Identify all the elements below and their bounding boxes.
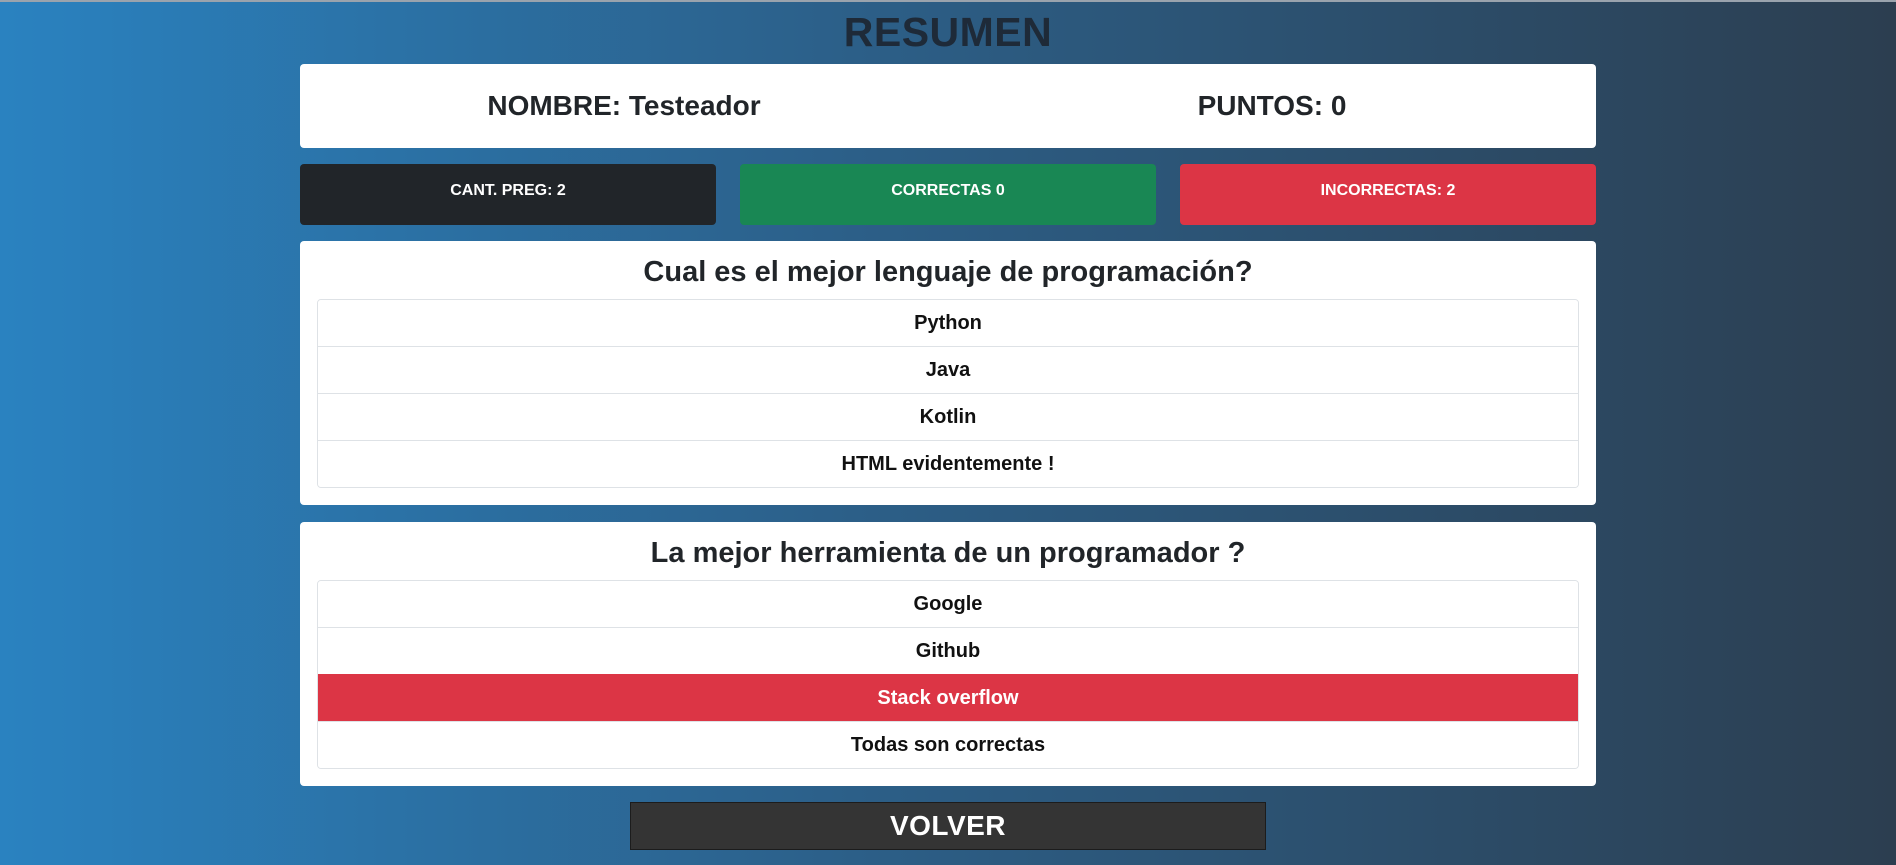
answer-list: Google Github Stack overflow Todas son c… (317, 580, 1579, 769)
total-questions-badge: CANT. PREG: 2 (300, 164, 716, 225)
answer-option: Python (318, 300, 1578, 346)
top-border (0, 0, 1896, 2)
answer-option: Kotlin (318, 393, 1578, 440)
answer-option: Todas son correctas (318, 721, 1578, 768)
question-card-2: La mejor herramienta de un programador ?… (300, 522, 1596, 786)
answer-option: Java (318, 346, 1578, 393)
question-title: La mejor herramienta de un programador ? (650, 537, 1246, 569)
answer-option: Github (318, 627, 1578, 674)
answer-option: Google (318, 581, 1578, 627)
back-button[interactable]: VOLVER (630, 802, 1266, 850)
player-points: PUNTOS: 0 (1197, 90, 1347, 121)
player-summary: NOMBRE: Testeador PUNTOS: 0 (300, 64, 1596, 148)
question-title: Cual es el mejor lenguaje de programació… (643, 256, 1253, 288)
answer-option-selected-wrong: Stack overflow (318, 674, 1578, 721)
answer-option: HTML evidentemente ! (318, 440, 1578, 487)
correct-answers-badge: CORRECTAS 0 (740, 164, 1156, 225)
page-title: RESUMEN (843, 9, 1053, 55)
incorrect-answers-badge: INCORRECTAS: 2 (1180, 164, 1596, 225)
stats-row: CANT. PREG: 2 CORRECTAS 0 INCORRECTAS: 2 (300, 164, 1596, 225)
question-card-1: Cual es el mejor lenguaje de programació… (300, 241, 1596, 505)
player-name: NOMBRE: Testeador (487, 90, 761, 121)
answer-list: Python Java Kotlin HTML evidentemente ! (317, 299, 1579, 488)
